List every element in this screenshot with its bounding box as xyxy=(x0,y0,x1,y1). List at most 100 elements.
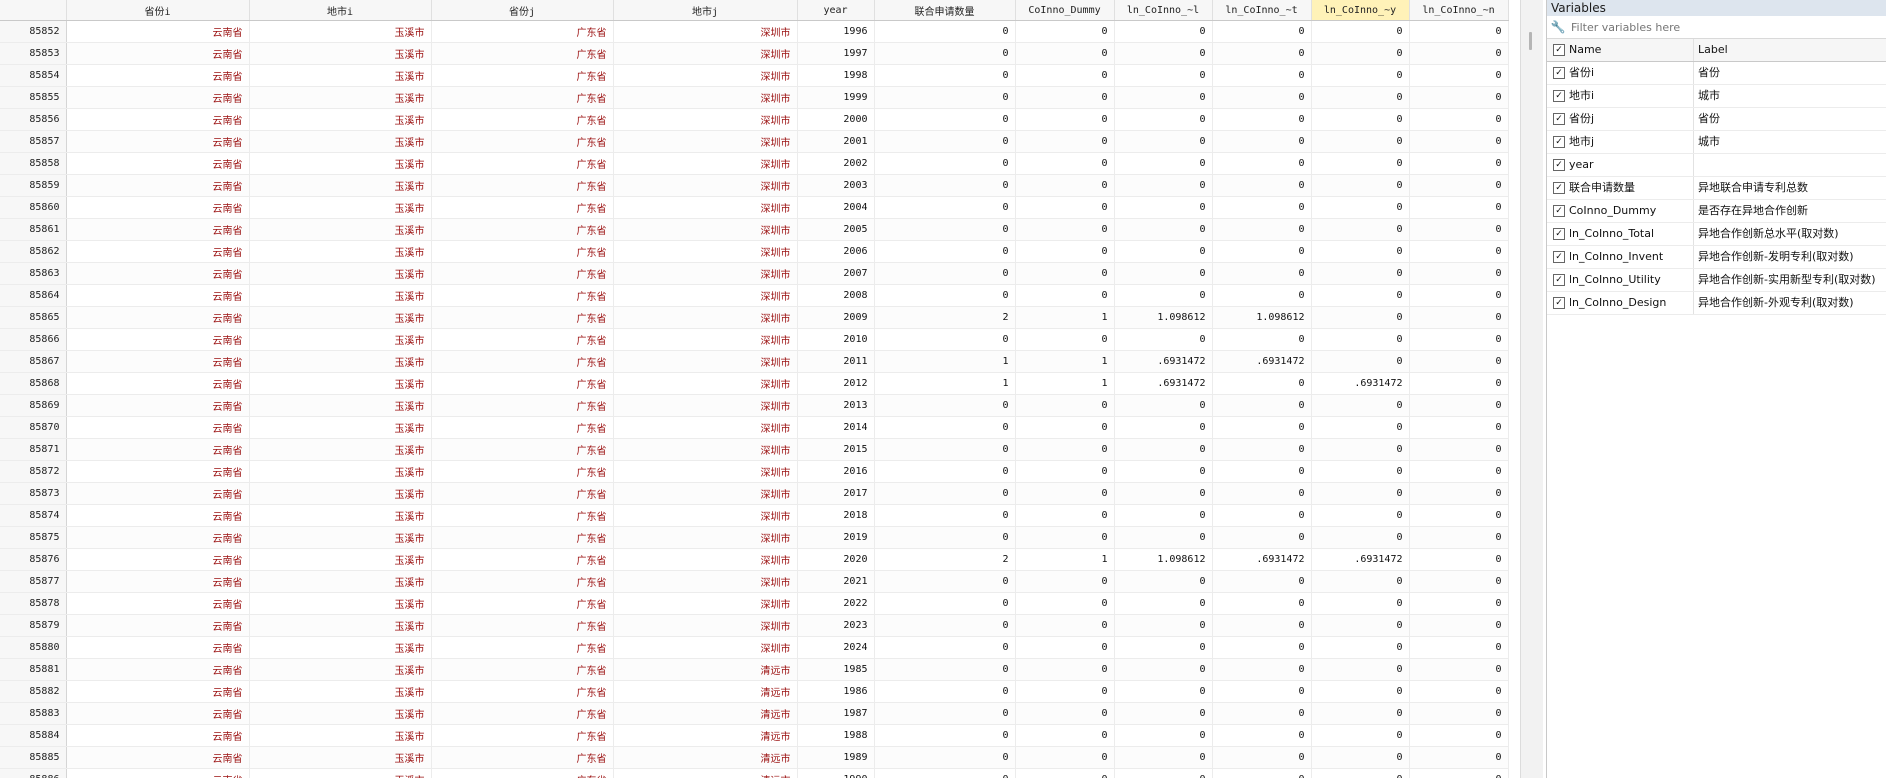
table-cell[interactable]: 0 xyxy=(1015,240,1115,263)
table-cell[interactable]: 0 xyxy=(874,658,1016,681)
table-cell[interactable]: .6931472 xyxy=(1212,548,1312,571)
row-number[interactable]: 85880 xyxy=(0,636,67,659)
row-number[interactable]: 85881 xyxy=(0,658,67,681)
table-cell[interactable]: 0 xyxy=(1212,614,1312,637)
table-cell[interactable]: 0 xyxy=(1409,570,1509,593)
table-cell[interactable]: 2022 xyxy=(797,592,875,615)
table-cell[interactable]: 广东省 xyxy=(431,42,614,65)
table-cell[interactable]: 0 xyxy=(1409,636,1509,659)
variable-item[interactable]: ✓ CoInno_Dummy 是否存在异地合作创新 xyxy=(1547,200,1886,223)
table-cell[interactable]: 深圳市 xyxy=(613,438,798,461)
table-cell[interactable]: 2019 xyxy=(797,526,875,549)
table-cell[interactable]: 深圳市 xyxy=(613,86,798,109)
table-cell[interactable]: 0 xyxy=(1311,416,1410,439)
table-cell[interactable]: 0 xyxy=(1212,460,1312,483)
table-row[interactable]: 85886云南省玉溪市广东省清远市1990000000 xyxy=(0,768,1509,778)
table-cell[interactable]: 云南省 xyxy=(66,306,250,329)
table-cell[interactable]: 0 xyxy=(1212,42,1312,65)
table-cell[interactable]: 清远市 xyxy=(613,768,798,778)
table-cell[interactable]: 广东省 xyxy=(431,746,614,769)
column-header[interactable]: 联合申请数量 xyxy=(874,0,1016,21)
table-cell[interactable]: 1990 xyxy=(797,768,875,778)
table-cell[interactable]: 0 xyxy=(1311,152,1410,175)
table-cell[interactable]: 1.098612 xyxy=(1114,548,1213,571)
table-cell[interactable]: 0 xyxy=(1409,438,1509,461)
table-cell[interactable]: 2003 xyxy=(797,174,875,197)
table-row[interactable]: 85861 云南省 玉溪市 广东省 深圳市 2005 0 0 0 0 0 0 xyxy=(0,218,1509,241)
table-cell[interactable]: 广东省 xyxy=(431,504,614,527)
table-cell[interactable]: 玉溪市 xyxy=(249,658,432,681)
table-cell[interactable]: 0 xyxy=(1015,504,1115,527)
label-column-header[interactable]: Label xyxy=(1694,39,1728,61)
table-cell[interactable]: 0 xyxy=(1311,394,1410,417)
table-cell[interactable]: 云南省 xyxy=(66,746,250,769)
table-cell[interactable]: 0 xyxy=(1015,218,1115,241)
table-cell[interactable]: 0 xyxy=(1409,592,1509,615)
table-cell[interactable]: 2016 xyxy=(797,460,875,483)
table-cell[interactable]: 云南省 xyxy=(66,548,250,571)
row-number[interactable]: 85874 xyxy=(0,504,67,527)
table-cell[interactable]: 0 xyxy=(1311,680,1410,703)
table-cell[interactable]: 0 xyxy=(1212,240,1312,263)
table-cell[interactable]: 0 xyxy=(1311,64,1410,87)
table-cell[interactable]: 0 xyxy=(1015,42,1115,65)
table-cell[interactable]: 2002 xyxy=(797,152,875,175)
table-cell[interactable]: 2000 xyxy=(797,108,875,131)
table-cell[interactable]: 玉溪市 xyxy=(249,592,432,615)
table-cell[interactable]: 0 xyxy=(1212,218,1312,241)
table-cell[interactable]: 0 xyxy=(874,328,1016,351)
table-cell[interactable]: 深圳市 xyxy=(613,240,798,263)
table-cell[interactable]: 深圳市 xyxy=(613,592,798,615)
table-cell[interactable]: 0 xyxy=(874,108,1016,131)
data-grid[interactable]: 省份i 地市i 省份j 地市j year 联合申请数量 CoInno_Dummy ln_CoI… xyxy=(0,0,1520,778)
table-cell[interactable]: 0 xyxy=(1015,262,1115,285)
table-cell[interactable]: 广东省 xyxy=(431,658,614,681)
table-cell[interactable]: 0 xyxy=(1409,416,1509,439)
table-cell[interactable]: 0 xyxy=(1311,504,1410,527)
table-cell[interactable]: 0 xyxy=(1114,504,1213,527)
table-cell[interactable]: 0 xyxy=(1311,746,1410,769)
table-cell[interactable]: 云南省 xyxy=(66,570,250,593)
table-cell[interactable]: 0 xyxy=(1015,108,1115,131)
table-cell[interactable]: 0 xyxy=(1114,526,1213,549)
row-number[interactable]: 85857 xyxy=(0,130,67,153)
table-cell[interactable]: 0 xyxy=(1212,680,1312,703)
row-number[interactable]: 85872 xyxy=(0,460,67,483)
table-cell[interactable]: 0 xyxy=(1409,658,1509,681)
table-cell[interactable]: 玉溪市 xyxy=(249,570,432,593)
table-cell[interactable]: 0 xyxy=(874,174,1016,197)
table-cell[interactable]: 0 xyxy=(1409,548,1509,571)
table-cell[interactable]: 0 xyxy=(1409,262,1509,285)
table-cell[interactable]: 云南省 xyxy=(66,592,250,615)
table-cell[interactable]: 0 xyxy=(1114,680,1213,703)
table-cell[interactable]: 0 xyxy=(874,636,1016,659)
table-cell[interactable]: 深圳市 xyxy=(613,196,798,219)
table-cell[interactable]: 2 xyxy=(874,548,1016,571)
table-cell[interactable]: 云南省 xyxy=(66,702,250,725)
checkbox-checked-icon[interactable]: ✓ xyxy=(1553,136,1565,148)
table-cell[interactable]: 广东省 xyxy=(431,152,614,175)
table-row[interactable]: 85879 云南省 玉溪市 广东省 深圳市 2023 0 0 0 0 0 0 xyxy=(0,614,1509,637)
table-cell[interactable]: 0 xyxy=(1015,130,1115,153)
row-number[interactable]: 85886 xyxy=(0,768,67,778)
table-cell[interactable]: 广东省 xyxy=(431,174,614,197)
table-cell[interactable]: 0 xyxy=(1114,460,1213,483)
table-row[interactable]: 85865 云南省 玉溪市 广东省 深圳市 2009 2 1 1.098612 1.098612 0… xyxy=(0,306,1509,329)
table-cell[interactable]: 0 xyxy=(1311,218,1410,241)
table-cell[interactable]: 0 xyxy=(1311,482,1410,505)
table-row[interactable]: 85864 云南省 玉溪市 广东省 深圳市 2008 0 0 0 0 0 0 xyxy=(0,284,1509,307)
table-cell[interactable]: 0 xyxy=(1212,196,1312,219)
table-cell[interactable]: 0 xyxy=(1114,570,1213,593)
table-cell[interactable]: 2006 xyxy=(797,240,875,263)
table-cell[interactable]: 0 xyxy=(1212,482,1312,505)
table-cell[interactable]: 深圳市 xyxy=(613,262,798,285)
table-cell[interactable]: 深圳市 xyxy=(613,460,798,483)
table-cell[interactable]: 云南省 xyxy=(66,20,250,43)
table-cell[interactable]: 0 xyxy=(1114,108,1213,131)
table-cell[interactable]: 云南省 xyxy=(66,680,250,703)
table-cell[interactable]: 2023 xyxy=(797,614,875,637)
table-cell[interactable]: 玉溪市 xyxy=(249,548,432,571)
table-cell[interactable]: 广东省 xyxy=(431,86,614,109)
table-cell[interactable]: 云南省 xyxy=(66,240,250,263)
table-cell[interactable]: 0 xyxy=(1212,746,1312,769)
